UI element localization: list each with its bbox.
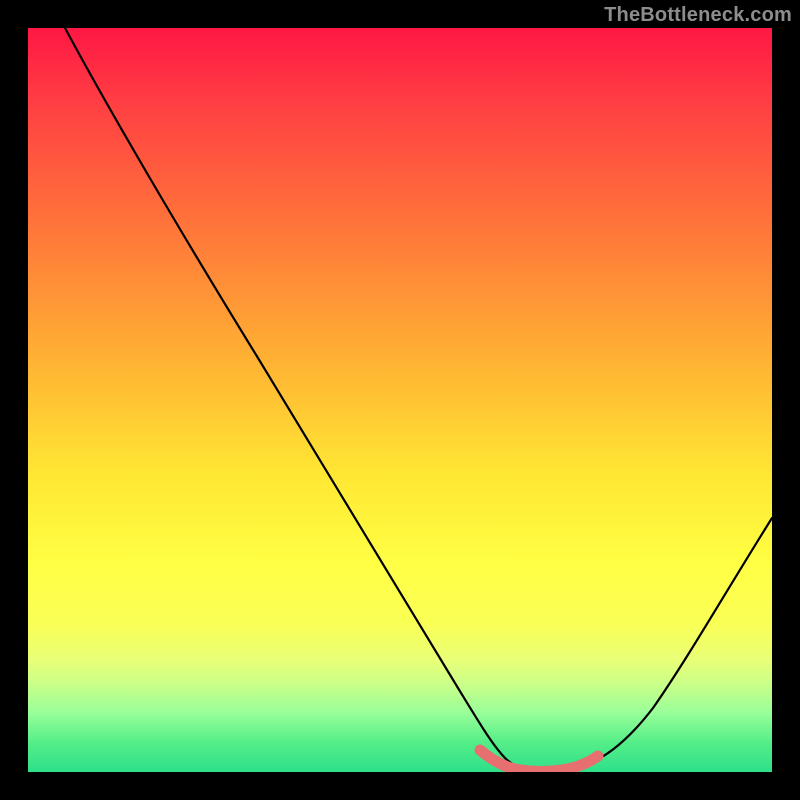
chart-stage: TheBottleneck.com <box>0 0 800 800</box>
plot-area <box>28 28 772 772</box>
curve-svg <box>28 28 772 772</box>
highlight-curve <box>480 750 598 772</box>
watermark-text: TheBottleneck.com <box>604 4 792 27</box>
main-curve <box>65 28 772 771</box>
